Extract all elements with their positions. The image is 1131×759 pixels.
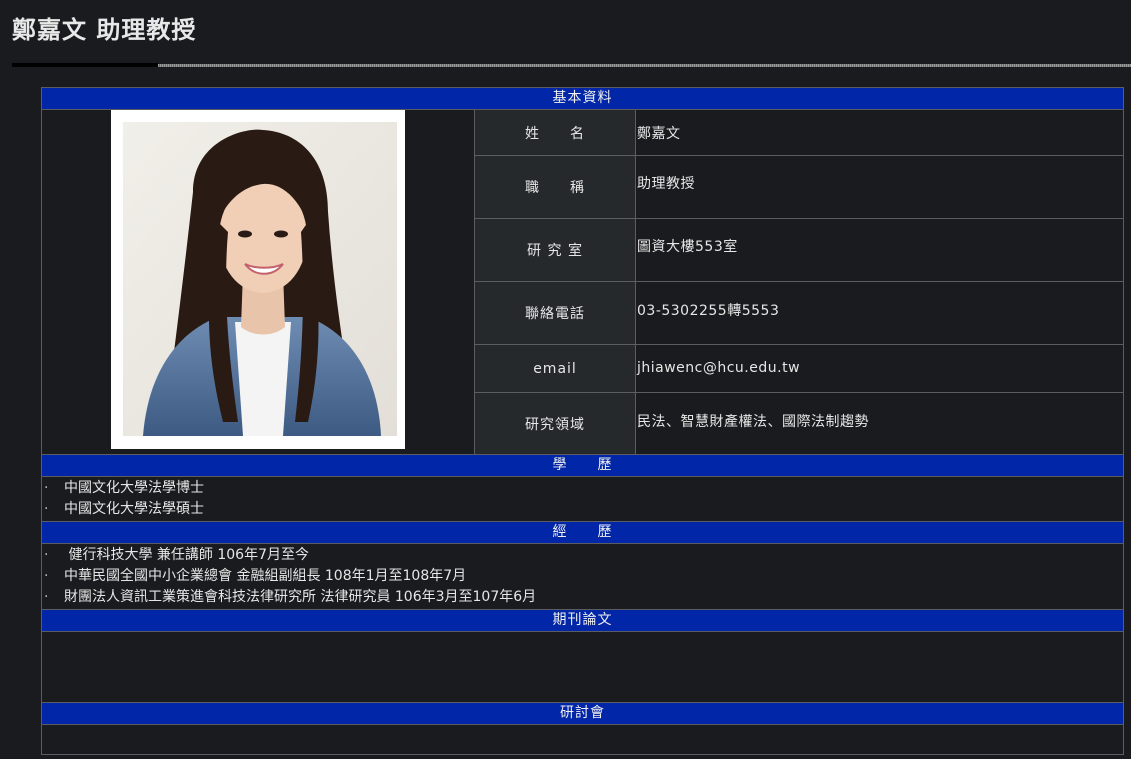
education-list: · 中國文化大學法學博士 · 中國文化大學法學碩士: [42, 477, 1123, 521]
list-item: · 中華民國全國中小企業總會 金融組副組長 108年1月至108年7月: [44, 568, 467, 584]
profile-card: 基本資料 姓 名 鄭嘉文 職 稱 助理教授 研 究 室 圖資大樓553室 聯絡電…: [41, 87, 1124, 755]
email-link[interactable]: jhiawenc@hcu.edu.tw: [636, 345, 1123, 392]
portrait-image: [123, 122, 397, 436]
value-research: 民法、智慧財產權法、國際法制趨勢: [637, 414, 869, 430]
info-row-email: email jhiawenc@hcu.edu.tw: [475, 345, 1123, 393]
list-item: · 中國文化大學法學博士: [44, 480, 204, 496]
list-item: · 健行科技大學 兼任講師 106年7月至今: [44, 547, 309, 563]
value-phone: 03-5302255轉5553: [637, 303, 780, 319]
info-row-office: 研 究 室 圖資大樓553室: [475, 219, 1123, 282]
title-divider: [12, 63, 1131, 67]
list-item: · 中國文化大學法學碩士: [44, 501, 204, 517]
section-header-experience: 經 歷: [42, 521, 1123, 544]
value-title: 助理教授: [637, 176, 695, 192]
section-header-education: 學 歷: [42, 455, 1123, 477]
info-row-name: 姓 名 鄭嘉文: [475, 110, 1123, 156]
value-office: 圖資大樓553室: [637, 239, 738, 255]
section-header-basic: 基本資料: [42, 88, 1123, 110]
info-row-research: 研究領域 民法、智慧財產權法、國際法制趨勢: [475, 393, 1123, 454]
label-name: 姓 名: [475, 110, 636, 155]
label-phone: 聯絡電話: [475, 282, 636, 344]
info-row-phone: 聯絡電話 03-5302255轉5553: [475, 282, 1123, 345]
experience-list: · 健行科技大學 兼任講師 106年7月至今 · 中華民國全國中小企業總會 金融組…: [42, 544, 1123, 609]
journal-content: [42, 632, 1123, 703]
list-item: · 財團法人資訊工業策進會科技法律研究所 法律研究員 106年3月至107年6月: [44, 589, 537, 605]
section-header-journal: 期刊論文: [42, 609, 1123, 632]
label-office: 研 究 室: [475, 219, 636, 281]
label-research: 研究領域: [475, 393, 636, 454]
profile-photo: [111, 110, 405, 449]
seminar-content: [42, 725, 1123, 754]
value-name: 鄭嘉文: [637, 126, 681, 142]
label-title: 職 稱: [475, 156, 636, 218]
photo-cell: [42, 110, 475, 454]
section-header-seminar: 研討會: [42, 703, 1123, 725]
basic-info: 姓 名 鄭嘉文 職 稱 助理教授 研 究 室 圖資大樓553室 聯絡電話 03-…: [42, 110, 1123, 455]
info-table: 姓 名 鄭嘉文 職 稱 助理教授 研 究 室 圖資大樓553室 聯絡電話 03-…: [475, 110, 1123, 454]
page-title: 鄭嘉文 助理教授: [12, 16, 197, 44]
info-row-title: 職 稱 助理教授: [475, 156, 1123, 219]
label-email: email: [475, 345, 636, 392]
